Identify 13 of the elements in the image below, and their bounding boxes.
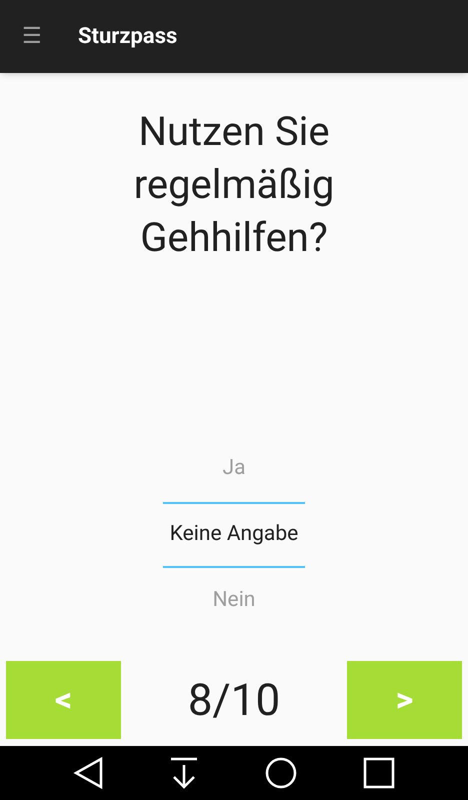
- question-text: Nutzen Sie regelmäßig Gehhilfen?: [132, 107, 336, 263]
- previous-button[interactable]: <: [6, 661, 121, 739]
- menu-button[interactable]: ☰: [22, 26, 42, 48]
- download-arrow-icon[interactable]: [169, 757, 199, 789]
- picker-option[interactable]: Nein: [163, 568, 305, 634]
- page-counter: 8/10: [188, 673, 280, 728]
- home-circle-icon[interactable]: [265, 757, 297, 789]
- picker-option[interactable]: Keine Angabe: [163, 502, 305, 568]
- next-button[interactable]: >: [347, 661, 462, 739]
- recents-square-icon[interactable]: [363, 757, 395, 789]
- app-title: Sturzpass: [78, 23, 178, 51]
- picker-option[interactable]: Ja: [163, 436, 305, 502]
- back-icon[interactable]: [73, 757, 103, 789]
